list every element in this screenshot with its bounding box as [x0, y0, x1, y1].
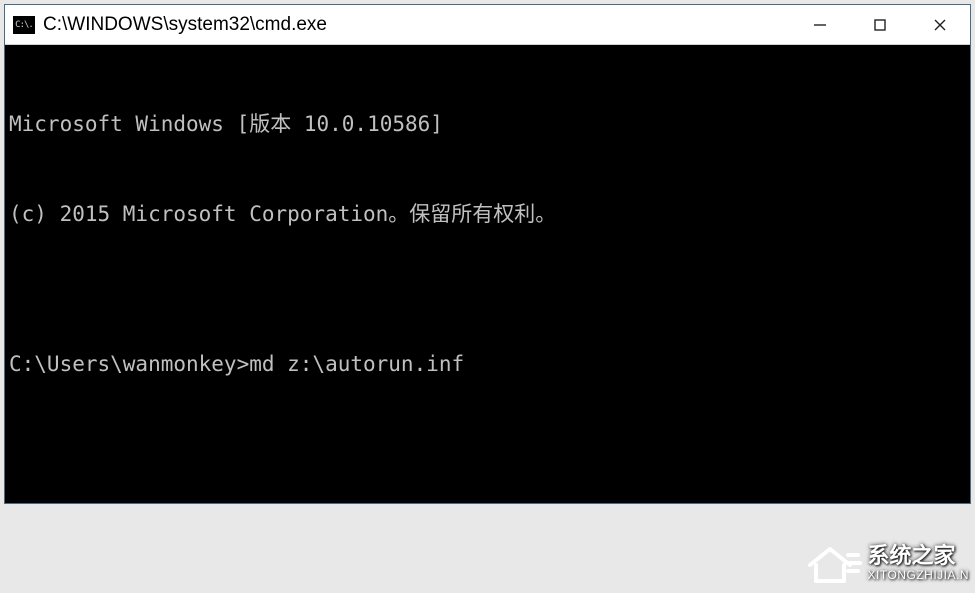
window-controls	[790, 5, 970, 44]
watermark-cn: 系统之家	[868, 544, 969, 568]
minimize-icon	[813, 18, 827, 32]
terminal-line: Microsoft Windows [版本 10.0.10586]	[9, 109, 966, 139]
terminal-line: (c) 2015 Microsoft Corporation。保留所有权利。	[9, 199, 966, 229]
cmd-icon: C:\.	[13, 16, 35, 34]
terminal-line: C:\Users\wanmonkey>md z:\autorun.inf	[9, 349, 966, 379]
watermark-en: XITONGZHIJIA.N	[868, 569, 969, 582]
watermark-text: 系统之家 XITONGZHIJIA.N	[868, 544, 969, 581]
minimize-button[interactable]	[790, 5, 850, 44]
cmd-window: C:\. C:\WINDOWS\system32\cmd.exe Mi	[4, 4, 971, 504]
close-icon	[933, 18, 947, 32]
watermark: 系统之家 XITONGZHIJIA.N	[804, 539, 969, 587]
maximize-button[interactable]	[850, 5, 910, 44]
terminal-line: C:\Users\wanmonkey>cd /d z:\autorun.inf	[9, 499, 966, 503]
maximize-icon	[873, 18, 887, 32]
watermark-logo-icon	[804, 539, 862, 587]
terminal-output[interactable]: Microsoft Windows [版本 10.0.10586] (c) 20…	[5, 45, 970, 503]
window-title: C:\WINDOWS\system32\cmd.exe	[43, 14, 790, 36]
close-button[interactable]	[910, 5, 970, 44]
titlebar[interactable]: C:\. C:\WINDOWS\system32\cmd.exe	[5, 5, 970, 45]
